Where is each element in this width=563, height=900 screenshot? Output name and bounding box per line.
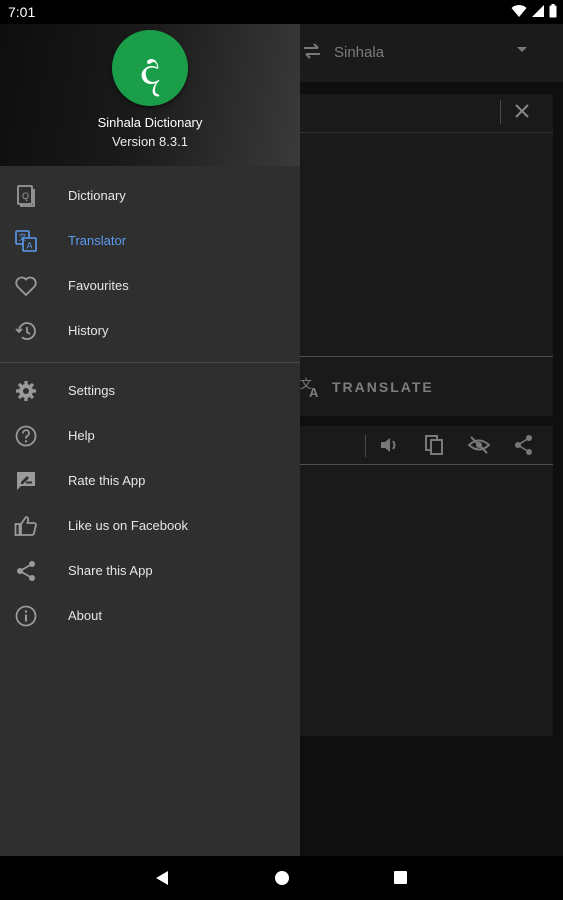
status-icons [511, 4, 557, 18]
menu-label: Like us on Facebook [68, 518, 188, 533]
translate-icon: 文 A [15, 230, 37, 252]
menu-item-help[interactable]: Help [0, 414, 300, 459]
info-icon [15, 605, 37, 627]
svg-text:A: A [27, 241, 33, 251]
menu-item-settings[interactable]: Settings [0, 369, 300, 414]
gear-icon [16, 381, 36, 401]
share-icon [17, 561, 35, 581]
menu-item-favourites[interactable]: Favourites [0, 264, 300, 309]
menu-label: Translator [68, 233, 127, 248]
menu-label: Dictionary [68, 188, 126, 203]
history-icon [15, 322, 36, 340]
svg-text:Q: Q [22, 191, 29, 201]
menu-item-translator[interactable]: 文 A Translator [0, 219, 300, 264]
svg-text:文: 文 [19, 232, 27, 242]
menu-label: Share this App [68, 563, 153, 578]
menu-item-history[interactable]: History [0, 309, 300, 354]
app-logo-glyph: ද [139, 41, 161, 95]
wifi-icon [511, 5, 527, 18]
status-time: 7:01 [8, 4, 36, 20]
menu-label: History [68, 323, 109, 338]
help-icon [15, 425, 37, 447]
rate-icon [17, 472, 35, 490]
status-bar: 7:01 [0, 0, 563, 24]
back-icon[interactable] [155, 870, 169, 886]
signal-icon [532, 5, 544, 17]
recents-icon[interactable] [394, 871, 407, 884]
drawer-scrim[interactable] [300, 24, 563, 856]
app-name: Sinhala Dictionary [97, 115, 203, 130]
menu-item-share[interactable]: Share this App [0, 549, 300, 594]
app-version: Version 8.3.1 [112, 134, 188, 149]
system-nav-bar [0, 856, 563, 900]
menu-item-dictionary[interactable]: Q Dictionary [0, 174, 300, 219]
app-logo: ද [112, 30, 188, 106]
menu-item-about[interactable]: About [0, 594, 300, 639]
heart-icon [15, 276, 37, 297]
navigation-drawer: ද Sinhala Dictionary Version 8.3.1 Q Dic… [0, 24, 300, 856]
menu-divider [0, 362, 300, 363]
drawer-header: ද Sinhala Dictionary Version 8.3.1 [0, 24, 300, 166]
home-icon[interactable] [275, 871, 289, 885]
menu-label: Help [68, 428, 95, 443]
menu-label: About [68, 608, 102, 623]
menu-item-facebook[interactable]: Like us on Facebook [0, 504, 300, 549]
menu-label: Settings [68, 383, 115, 398]
thumbs-up-icon [14, 516, 37, 536]
menu-label: Favourites [68, 278, 129, 293]
menu-item-rate-app[interactable]: Rate this App [0, 459, 300, 504]
drawer-menu: Q Dictionary 文 A Translator Favourites H… [0, 174, 300, 639]
menu-label: Rate this App [68, 473, 146, 488]
battery-icon [549, 4, 557, 18]
dictionary-book-icon: Q [17, 185, 35, 207]
